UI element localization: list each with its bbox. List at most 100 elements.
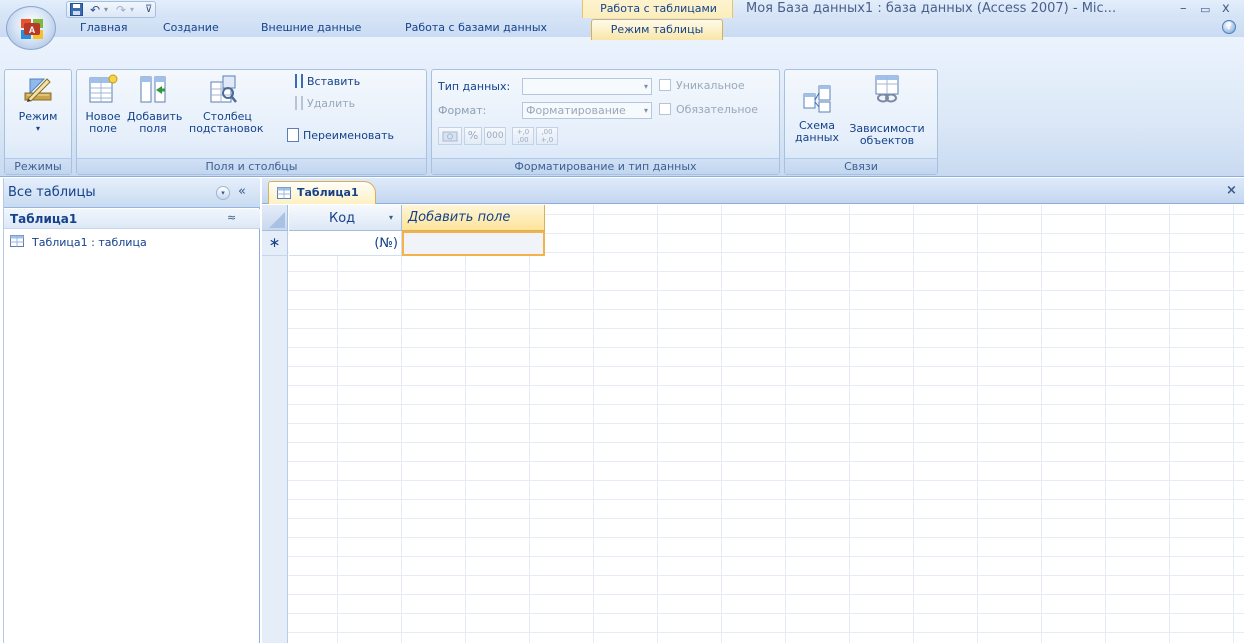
navigation-pane: Все таблицы ▾ « Таблица1 ≈ Таблица1 : та… [3, 178, 260, 643]
new-field-button[interactable]: Новое поле [81, 73, 125, 135]
insert-column-icon [295, 74, 303, 88]
format-dropdown-icon: ▾ [643, 106, 648, 115]
document-tab-table1[interactable]: Таблица1 [268, 181, 376, 204]
nav-item-table1[interactable]: Таблица1 : таблица [10, 234, 147, 252]
new-record-marker-icon[interactable]: ∗ [262, 231, 288, 256]
group-fields-columns-label: Поля и столбцы [77, 158, 426, 174]
save-icon[interactable] [70, 3, 83, 16]
group-views-label: Режимы [5, 158, 71, 174]
lookup-column-label-2: подстановок [189, 122, 264, 135]
add-fields-label-2: поля [139, 122, 167, 135]
required-checkbox-label: Обязательное [676, 103, 759, 116]
redo-dropdown-icon[interactable]: ▾ [130, 2, 134, 18]
nav-group-header[interactable]: Таблица1 ≈ [4, 209, 260, 229]
group-views: Режим ▾ Режимы [4, 69, 72, 175]
data-type-dropdown-icon: ▾ [643, 82, 648, 91]
help-icon[interactable]: ? [1222, 20, 1236, 34]
format-combo[interactable]: Форматирование ▾ [522, 102, 652, 119]
add-fields-button[interactable]: Добавить поля [127, 73, 182, 135]
view-mode-arrow-icon: ▾ [35, 124, 40, 133]
document-tab-label: Таблица1 [297, 186, 359, 199]
document-tab-bar: Таблица1 [262, 178, 1244, 204]
tab-datasheet[interactable]: Режим таблицы [591, 19, 723, 40]
relationships-button[interactable]: Схема данных [789, 82, 845, 144]
group-formatting: Тип данных: ▾ Формат: Форматирование ▾ У… [431, 69, 780, 175]
tab-home[interactable]: Главная [80, 19, 128, 37]
nav-pane-menu-icon[interactable]: ▾ [216, 186, 230, 200]
table-icon [10, 235, 24, 247]
table-icon [277, 187, 291, 199]
rename-column-button[interactable]: Переименовать [287, 128, 394, 144]
group-relationships: Схема данных Зависимости объектов Связи [784, 69, 938, 175]
delete-column-button[interactable]: Удалить [295, 96, 355, 112]
group-relationships-label: Связи [785, 158, 937, 174]
view-mode-icon [24, 78, 52, 102]
nav-group-title: Таблица1 [10, 212, 78, 226]
select-all-corner[interactable] [262, 205, 288, 231]
lookup-column-button[interactable]: Столбец подстановок [189, 73, 264, 135]
delete-column-icon [295, 96, 303, 110]
format-label: Формат: [438, 104, 487, 117]
currency-format-icon [442, 131, 458, 142]
redo-icon[interactable]: ↷ [116, 2, 126, 18]
row-selector-column [262, 205, 288, 643]
insert-column-label: Вставить [307, 75, 361, 88]
nav-pane-collapse-icon[interactable]: « [238, 184, 246, 199]
lookup-column-icon [210, 75, 237, 103]
unique-checkbox-label: Уникальное [676, 79, 745, 92]
cell-add-field-new-record[interactable] [402, 231, 545, 256]
office-button[interactable]: A [6, 6, 56, 50]
rename-column-icon [287, 128, 299, 142]
tab-external-data[interactable]: Внешние данные [261, 19, 361, 37]
ribbon: Режим ▾ Режимы Новое поле Добавить поля … [0, 37, 1244, 177]
select-all-icon [269, 212, 285, 228]
object-dependencies-button[interactable]: Зависимости объектов [843, 73, 931, 147]
group-fields-columns: Новое поле Добавить поля Столбец подстан… [76, 69, 427, 175]
cell-kod-new-record[interactable]: (№) [289, 231, 402, 256]
nav-pane-header[interactable]: Все таблицы ▾ « [4, 178, 260, 208]
currency-format-button[interactable] [438, 127, 462, 145]
data-type-combo[interactable]: ▾ [522, 78, 652, 95]
nav-item-label: Таблица1 : таблица [32, 236, 147, 249]
nav-pane-title[interactable]: Все таблицы [8, 185, 96, 200]
relationships-icon [803, 85, 831, 113]
group-formatting-label: Форматирование и тип данных [432, 158, 779, 174]
view-mode-label: Режим [18, 110, 58, 123]
unique-checkbox-box [659, 79, 671, 91]
office-logo-icon: A [21, 19, 43, 39]
column-header-add-field-label: Добавить поле [408, 210, 511, 225]
restore-button[interactable]: ▭ [1200, 3, 1210, 16]
column-header-kod-label: Код [329, 211, 356, 226]
undo-icon[interactable]: ↶ [90, 2, 100, 18]
data-type-label: Тип данных: [438, 80, 511, 93]
required-checkbox[interactable]: Обязательное [659, 103, 758, 117]
column-header-kod[interactable]: Код ▾ [289, 205, 402, 231]
customize-arrow-icon[interactable]: ⊽ [145, 2, 152, 18]
delete-column-label: Удалить [307, 97, 356, 110]
view-mode-button[interactable]: Режим ▾ [9, 73, 67, 135]
new-field-label-2: поле [89, 122, 117, 135]
new-field-icon [89, 74, 118, 103]
datasheet-grid[interactable] [262, 205, 1244, 643]
unique-checkbox[interactable]: Уникальное [659, 79, 745, 93]
nav-group-collapse-icon[interactable]: ≈ [227, 211, 236, 224]
tab-database-tools[interactable]: Работа с базами данных [405, 19, 547, 37]
svg-text:A: A [29, 25, 36, 35]
close-document-icon[interactable]: × [1226, 183, 1237, 198]
format-value: Форматирование [526, 104, 626, 117]
column-dropdown-icon[interactable]: ▾ [389, 213, 393, 222]
percent-format-button[interactable]: % [464, 127, 482, 145]
insert-column-button[interactable]: Вставить [295, 74, 360, 90]
object-dependencies-label-2: объектов [859, 134, 915, 147]
thousands-format-button[interactable]: 000 [484, 127, 506, 145]
column-header-add-field[interactable]: Добавить поле [402, 205, 545, 231]
add-fields-icon [140, 76, 166, 103]
tab-create[interactable]: Создание [163, 19, 219, 37]
undo-dropdown-icon[interactable]: ▾ [104, 2, 108, 18]
object-dependencies-icon [875, 75, 899, 103]
rename-column-label: Переименовать [303, 129, 395, 142]
close-button[interactable]: x [1222, 1, 1230, 16]
decrease-decimals-button[interactable]: ,00 +,0 [536, 127, 558, 145]
increase-decimals-button[interactable]: +,0 ,00 [512, 127, 534, 145]
minimize-button[interactable]: – [1180, 1, 1187, 16]
